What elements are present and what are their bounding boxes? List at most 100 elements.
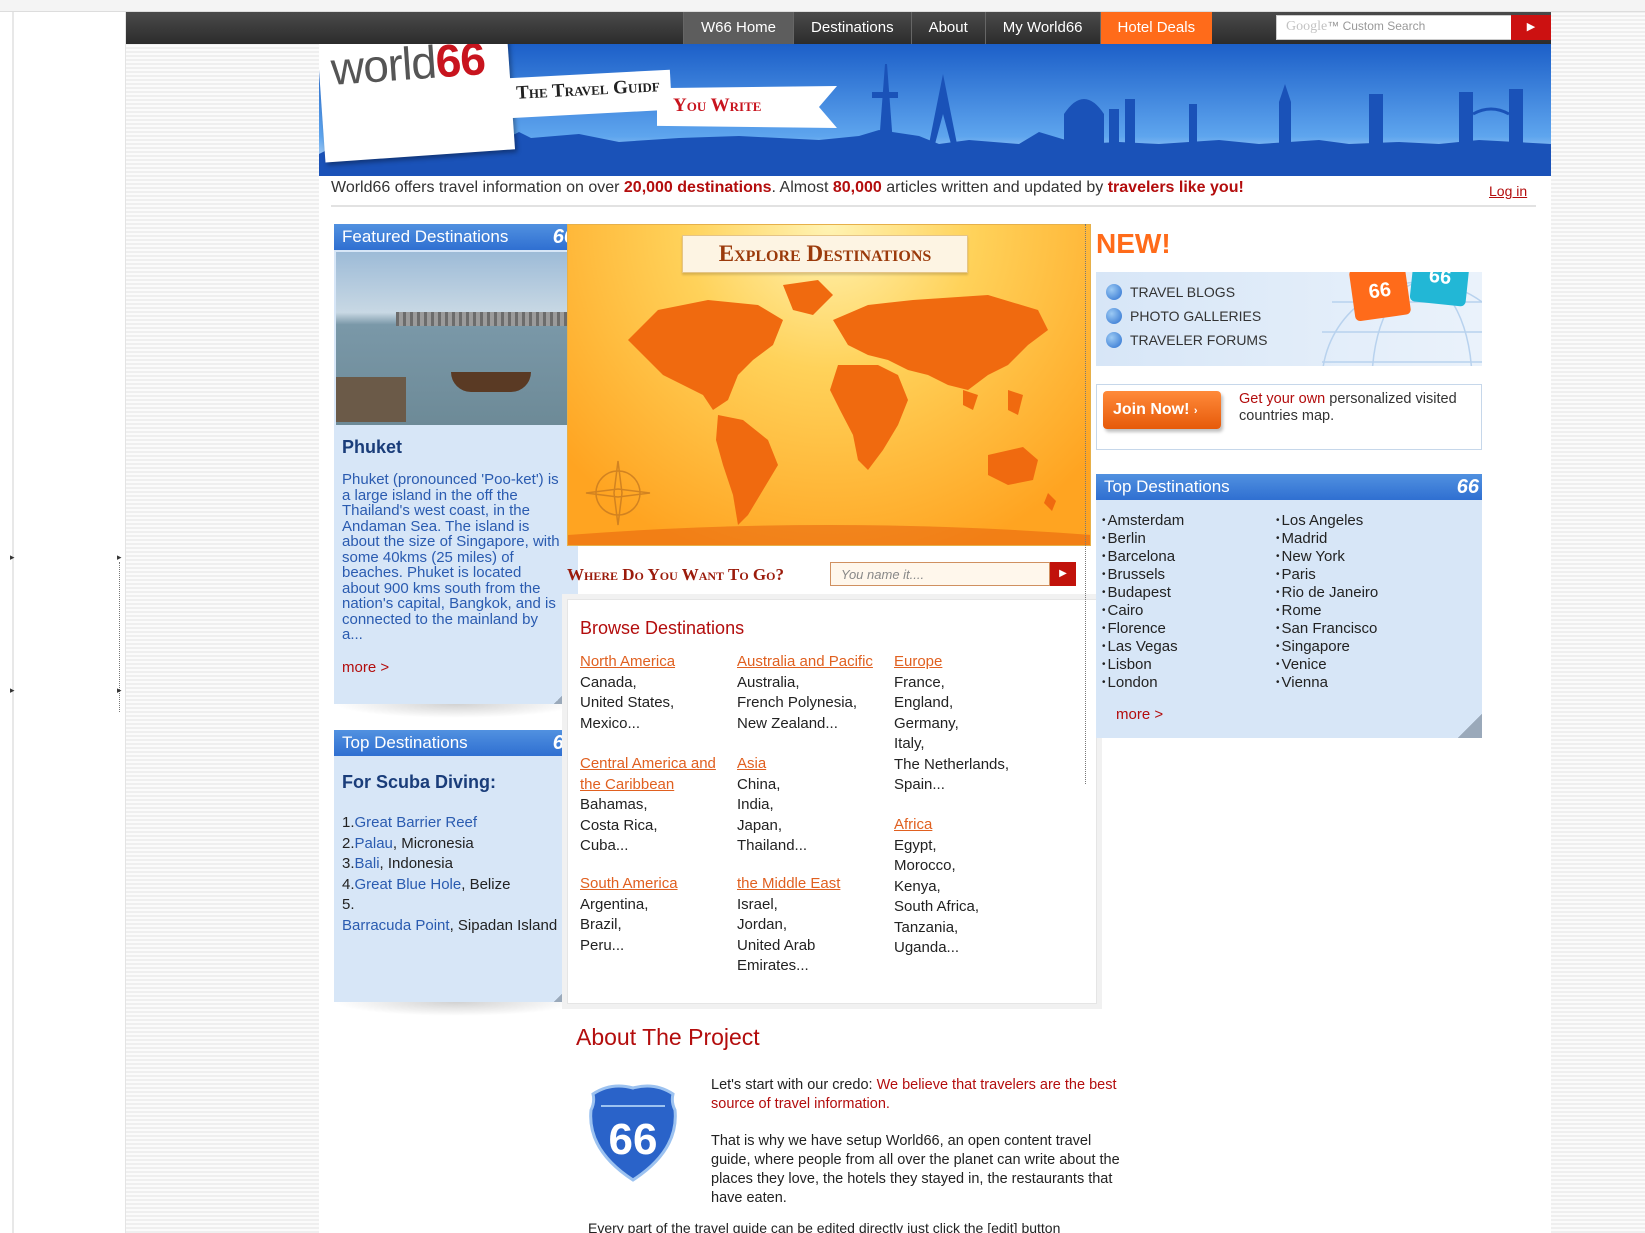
new-features-title: NEW! [1096, 228, 1171, 259]
play-arrow-icon: ▶ [1526, 21, 1536, 33]
region-link-middle-east[interactable]: the Middle East [737, 874, 889, 895]
region-block: the Middle East Israel, Jordan, United A… [737, 874, 889, 977]
destination-link[interactable]: Bali [355, 855, 380, 872]
nav-destinations[interactable]: Destinations [793, 12, 911, 44]
new-feature-traveler-forums[interactable]: TRAVELER FORUMS [1106, 328, 1267, 352]
explore-destinations-title: Explore Destinations [682, 235, 968, 273]
destination-link[interactable]: Barracuda Point [342, 917, 450, 934]
featured-more-link[interactable]: more > [334, 643, 578, 676]
region-link-south-america[interactable]: South America [580, 874, 730, 895]
nav-w66-home[interactable]: W66 Home [683, 12, 794, 44]
browse-destinations-title: Browse Destinations [580, 618, 745, 638]
box-shadow [334, 704, 578, 718]
list-item[interactable]: Budapest [1102, 584, 1184, 602]
destination-link[interactable]: Great Barrier Reef [355, 814, 478, 831]
window-top-strip [0, 0, 1645, 12]
route66-shield-icon: 66 [589, 1084, 677, 1182]
shield-number: 66 [609, 1115, 658, 1164]
region-link-asia[interactable]: Asia [737, 754, 889, 775]
expand-arrow-icon[interactable]: ▸ [117, 552, 122, 563]
region-link-africa[interactable]: Africa [894, 815, 1054, 836]
divider [331, 205, 1536, 207]
region-link-north-america[interactable]: North America [580, 652, 730, 673]
list-item[interactable]: Paris [1276, 566, 1378, 584]
destination-link[interactable]: Great Blue Hole [355, 876, 462, 893]
search-submit-button[interactable]: ▶ [1511, 15, 1551, 40]
list-item[interactable]: Venice [1276, 656, 1378, 674]
featured-destination-title[interactable]: Phuket [334, 427, 578, 458]
list-item[interactable]: Florence [1102, 620, 1184, 638]
expand-arrow-icon[interactable]: ▸ [117, 685, 122, 696]
region-countries: Australia, French Polynesia, New Zealand… [737, 673, 858, 732]
photo-pier [396, 312, 576, 326]
list-item: 4.Great Blue Hole, Belize [342, 875, 511, 893]
list-item: 2.Palau, Micronesia [342, 834, 474, 852]
list-item[interactable]: Cairo [1102, 602, 1184, 620]
region-link-australia-pacific[interactable]: Australia and Pacific [737, 652, 889, 673]
login-link[interactable]: Log in [1489, 183, 1527, 199]
region-block: Central America and the Caribbean Bahama… [580, 754, 730, 857]
left-column: Featured Destinations 66 Phuket Phuket (… [334, 224, 578, 1016]
box-shadow [334, 1002, 578, 1016]
list-item[interactable]: Las Vegas [1102, 638, 1184, 656]
list-item[interactable]: Brussels [1102, 566, 1184, 584]
list-item[interactable]: Barcelona [1102, 548, 1184, 566]
list-item[interactable]: Rome [1276, 602, 1378, 620]
list-item[interactable]: Amsterdam [1102, 512, 1185, 530]
destination-search-input[interactable]: You name it.... [830, 562, 1050, 586]
region-link-europe[interactable]: Europe [894, 652, 1054, 673]
expand-arrow-icon[interactable]: ▸ [10, 552, 15, 563]
list-item[interactable]: Lisbon [1102, 656, 1184, 674]
chevron-right-icon: › [1193, 405, 1198, 417]
expand-arrow-icon[interactable]: ▸ [10, 685, 15, 696]
site-logo[interactable]: world66 [319, 44, 516, 163]
nav-my-world66[interactable]: My World66 [984, 12, 1100, 44]
world-map-icon [568, 280, 1090, 545]
left-side-pane: ▸ ▸ ▸ ▸ [0, 12, 126, 1233]
tagline-you-write: You Write [657, 86, 837, 128]
list-item[interactable]: Singapore [1276, 638, 1378, 656]
list-item[interactable]: Los Angeles [1276, 512, 1378, 530]
join-now-button[interactable]: Join Now! › [1103, 391, 1221, 429]
top-destinations-list-1: Amsterdam Berlin Barcelona Brussels Buda… [1102, 512, 1185, 692]
region-countries: Egypt, Morocco, Kenya, South Africa, Tan… [894, 836, 980, 957]
region-block: Asia China, India, Japan, Thailand... [737, 754, 889, 857]
logo-wordmark: world66 [329, 44, 487, 95]
new-feature-photo-galleries[interactable]: PHOTO GALLERIES [1106, 304, 1267, 328]
featured-destination-description: Phuket (pronounced 'Poo-ket') is a large… [342, 471, 560, 643]
explore-destinations-map[interactable]: Explore Destinations [567, 224, 1091, 546]
main-nav: W66 Home Destinations About My World66 H… [683, 12, 1213, 44]
top-destinations-list-2: Los Angeles Madrid New York Paris Rio de… [1276, 512, 1379, 692]
destination-link[interactable]: Palau [355, 835, 393, 852]
about-project-title: About The Project [576, 1024, 760, 1050]
list-item[interactable]: San Francisco [1276, 620, 1378, 638]
route66-badge-icon: 66 [1456, 476, 1479, 498]
top-destinations-more-link[interactable]: more > [1116, 706, 1163, 723]
route66-bubble-icon: 66 [1348, 272, 1412, 322]
list-item[interactable]: Madrid [1276, 530, 1378, 548]
new-feature-travel-blogs[interactable]: TRAVEL BLOGS [1106, 280, 1267, 304]
list-item[interactable]: New York [1276, 548, 1378, 566]
list-item[interactable]: Berlin [1102, 530, 1184, 548]
right-column: NEW! TRAVEL BLOGS PHOTO GALLERIES TRAVEL… [1085, 224, 1485, 784]
list-item[interactable]: Rio de Janeiro [1276, 584, 1379, 602]
photo-boat [451, 372, 531, 392]
where-to-go-label: Where Do You Want To Go? [567, 565, 784, 584]
featured-destinations-box: Featured Destinations 66 Phuket Phuket (… [334, 224, 578, 704]
scuba-subtitle: For Scuba Diving: [342, 772, 497, 792]
pane-edge [12, 12, 14, 1233]
photo-boat [336, 377, 406, 422]
site-search-input[interactable]: Google™ Custom Search [1276, 15, 1512, 40]
featured-destination-photo[interactable] [336, 252, 576, 425]
region-link-central-america-caribbean[interactable]: Central America and the Caribbean [580, 754, 730, 795]
top-destinations-box: Top Destinations 66 Amsterdam Berlin Bar… [1096, 474, 1482, 738]
about-credo: Let's start with our credo: We believe t… [711, 1077, 1117, 1112]
destination-search-button[interactable]: ▶ [1050, 562, 1076, 586]
nav-about[interactable]: About [910, 12, 985, 44]
page-content: world66 The Travel Guide You Write World… [319, 44, 1551, 1233]
nav-hotel-deals[interactable]: Hotel Deals [1099, 12, 1213, 44]
list-item[interactable]: Vienna [1276, 674, 1378, 692]
region-block: Africa Egypt, Morocco, Kenya, South Afri… [894, 815, 1054, 959]
region-countries: Argentina, Brazil, Peru... [580, 895, 649, 954]
list-item[interactable]: London [1102, 674, 1184, 692]
